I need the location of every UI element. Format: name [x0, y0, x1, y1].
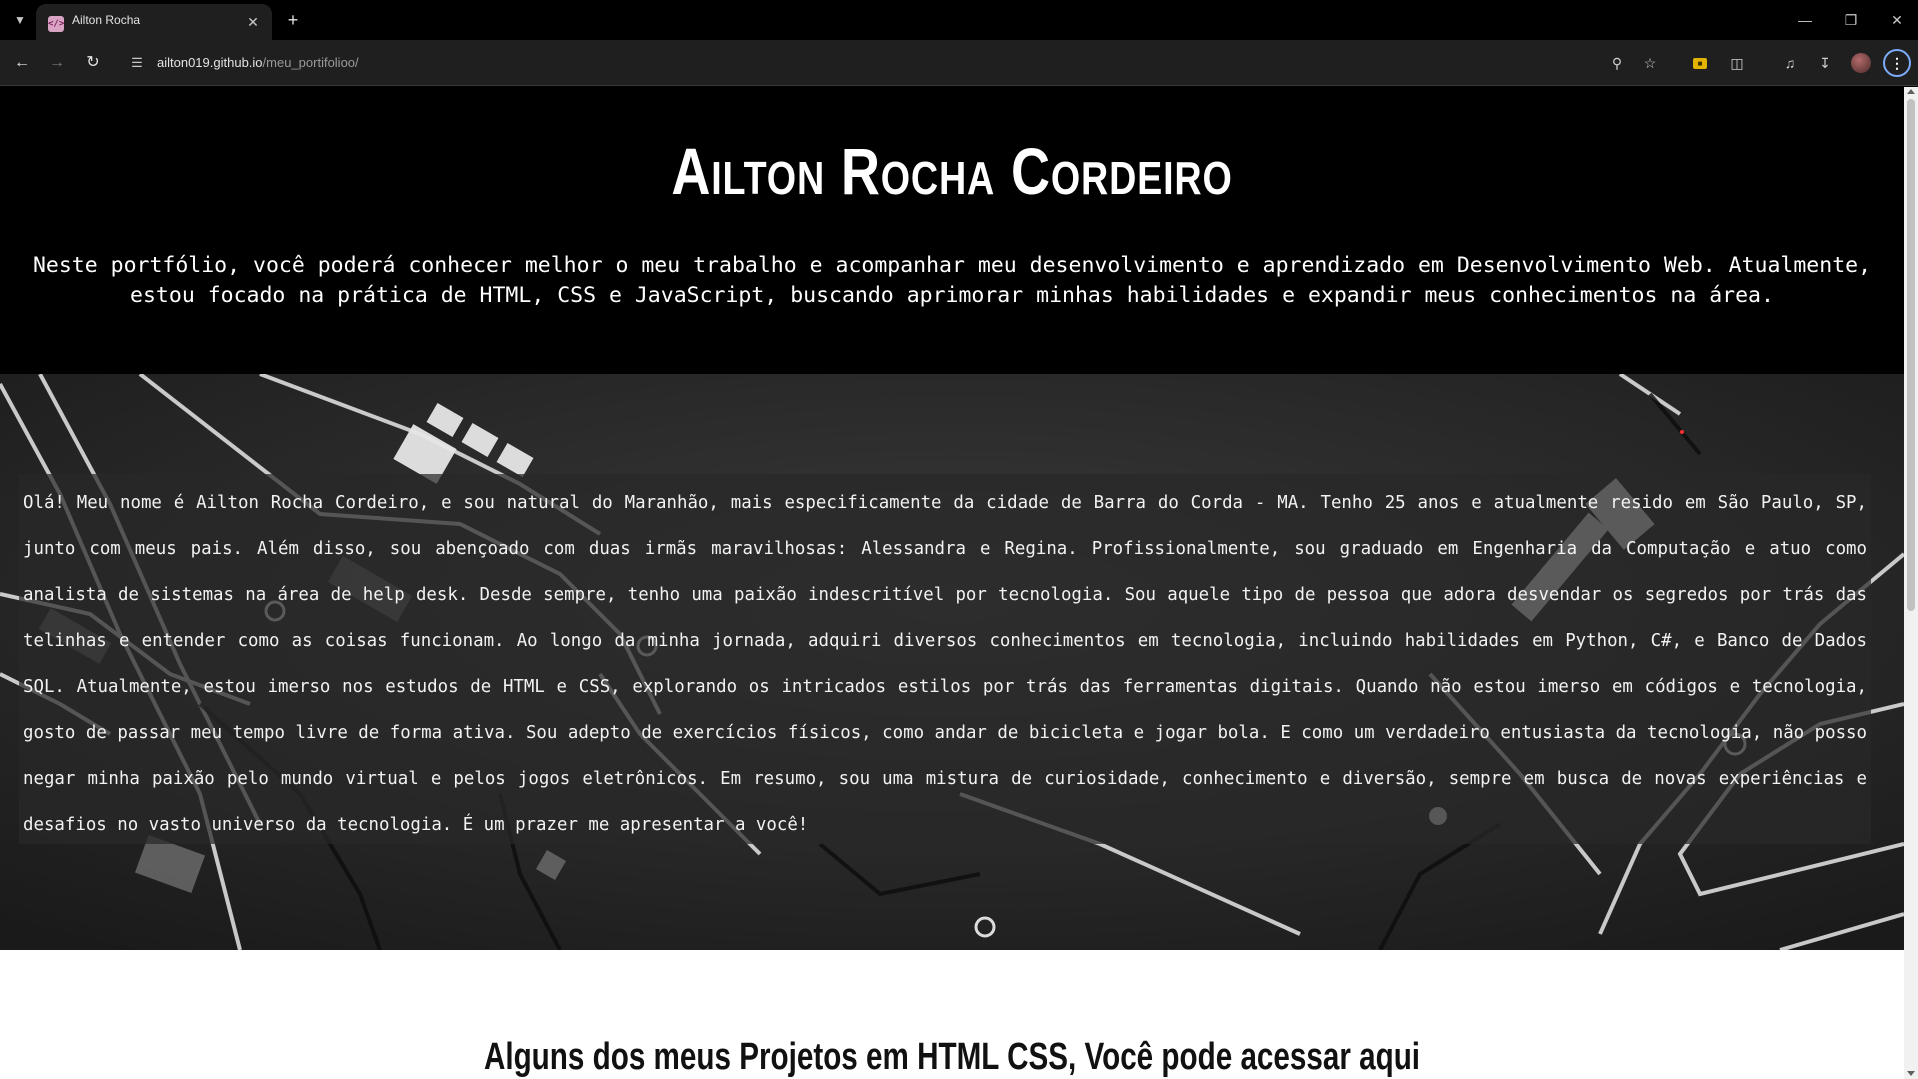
zoom-icon[interactable]: ⚲	[1607, 53, 1627, 73]
plus-icon[interactable]: +	[282, 9, 304, 31]
scroll-up-arrow-icon[interactable]	[1907, 89, 1915, 94]
avatar[interactable]	[1851, 53, 1871, 73]
tune-icon[interactable]: ☰	[128, 54, 146, 72]
url-host: ailton019.github.io	[157, 55, 263, 70]
window-close-icon[interactable]: ✕	[1882, 8, 1912, 32]
media-control-icon[interactable]: ♫	[1780, 53, 1800, 73]
chevron-down-icon[interactable]: ▼	[10, 10, 30, 30]
about-section: Olá! Meu nome é Ailton Rocha Cordeiro, e…	[0, 374, 1904, 950]
restore-icon[interactable]: ❐	[1836, 8, 1866, 32]
puzzle-icon[interactable]: ◫	[1727, 53, 1747, 73]
address-bar[interactable]: ailton019.github.io/meu_portifolioo/	[157, 55, 359, 70]
extension-badge-icon[interactable]: ■	[1693, 58, 1707, 69]
page-title: Ailton Rocha Cordeiro	[671, 134, 1233, 208]
arrow-left-icon[interactable]: ←	[10, 51, 34, 75]
star-icon[interactable]: ☆	[1640, 53, 1660, 73]
url-path: /meu_portifolioo/	[262, 55, 359, 70]
projects-heading: Alguns dos meus Projetos em HTML CSS, Vo…	[483, 1036, 1421, 1078]
favicon-icon: </>	[48, 16, 64, 32]
hero-header: Ailton Rocha Cordeiro Neste portfólio, v…	[0, 87, 1904, 374]
reload-icon[interactable]: ↻	[81, 51, 105, 75]
about-text-box: Olá! Meu nome é Ailton Rocha Cordeiro, e…	[19, 474, 1871, 844]
kebab-menu-icon[interactable]: ⋮	[1883, 49, 1911, 77]
minimize-icon[interactable]: —	[1790, 8, 1820, 32]
scroll-down-arrow-icon[interactable]	[1907, 1071, 1915, 1076]
scrollbar-thumb[interactable]	[1907, 99, 1915, 611]
tab-title: Ailton Rocha	[72, 13, 141, 27]
page-scrollbar[interactable]	[1904, 87, 1918, 1079]
download-icon[interactable]: ↧	[1815, 53, 1835, 73]
page-viewport: Ailton Rocha Cordeiro Neste portfólio, v…	[0, 87, 1904, 1079]
tab-active[interactable]: </> Ailton Rocha ✕	[36, 4, 272, 40]
browser-toolbar: ← → ↻ ☰ ailton019.github.io/meu_portifol…	[0, 40, 1918, 86]
intro-paragraph: Neste portfólio, você poderá conhecer me…	[32, 253, 1872, 308]
tab-strip: ▼ </> Ailton Rocha ✕ + — ❐ ✕	[0, 0, 1918, 40]
close-icon[interactable]: ✕	[244, 13, 262, 31]
projects-section: Alguns dos meus Projetos em HTML CSS, Vo…	[0, 950, 1904, 1079]
arrow-right-icon[interactable]: →	[45, 51, 69, 75]
about-paragraph: Olá! Meu nome é Ailton Rocha Cordeiro, e…	[23, 493, 1867, 835]
